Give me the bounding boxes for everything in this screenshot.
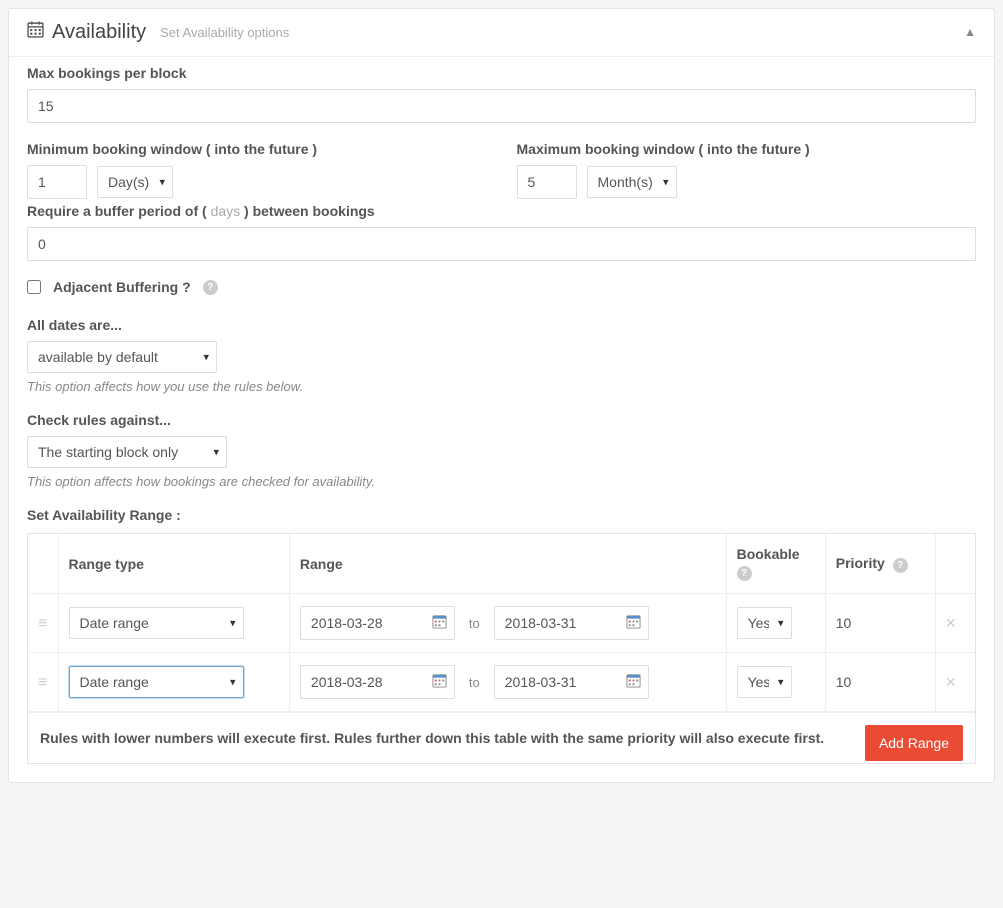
bookable-select[interactable]: Yes — [737, 666, 792, 698]
remove-row-button[interactable]: × — [935, 653, 975, 712]
buffer-label: Require a buffer period of ( days ) betw… — [27, 203, 976, 219]
min-window-input[interactable] — [27, 165, 87, 199]
close-icon: × — [946, 613, 957, 633]
help-icon[interactable]: ? — [737, 566, 752, 581]
check-rules-help: This option affects how bookings are che… — [27, 474, 976, 489]
max-bookings-input[interactable] — [27, 89, 976, 123]
max-window-unit-select[interactable]: Month(s) — [587, 166, 677, 198]
table-row: ≡ Date range to Yes × — [28, 653, 975, 712]
col-drag — [28, 534, 58, 594]
max-window-label: Maximum booking window ( into the future… — [517, 141, 977, 157]
range-type-select[interactable]: Date range — [69, 666, 244, 698]
max-window-input[interactable] — [517, 165, 577, 199]
all-dates-help: This option affects how you use the rule… — [27, 379, 976, 394]
all-dates-label: All dates are... — [27, 317, 976, 333]
priority-input[interactable] — [836, 674, 896, 690]
bookable-select[interactable]: Yes — [737, 607, 792, 639]
max-bookings-label: Max bookings per block — [27, 65, 976, 81]
adjacent-buffering-label: Adjacent Buffering ? — [53, 279, 191, 295]
buffer-label-post: ) between bookings — [240, 203, 375, 219]
check-rules-label: Check rules against... — [27, 412, 976, 428]
col-range: Range — [289, 534, 726, 594]
table-footer: Rules with lower numbers will execute fi… — [28, 712, 975, 763]
panel-body: Max bookings per block Minimum booking w… — [9, 56, 994, 782]
adjacent-buffering-checkbox[interactable] — [27, 280, 41, 294]
panel-subtitle: Set Availability options — [160, 25, 289, 40]
collapse-button[interactable]: ▲ — [964, 25, 976, 39]
min-window-unit-select[interactable]: Day(s) — [97, 166, 173, 198]
buffer-input[interactable] — [27, 227, 976, 261]
set-range-label: Set Availability Range : — [27, 507, 976, 523]
drag-icon: ≡ — [38, 615, 46, 632]
drag-icon: ≡ — [38, 674, 46, 691]
col-remove — [935, 534, 975, 594]
col-bookable-text: Bookable — [737, 546, 800, 562]
col-priority: Priority ? — [825, 534, 935, 594]
panel-title: Availability — [52, 21, 146, 44]
chevron-up-icon: ▲ — [964, 25, 976, 39]
drag-handle[interactable]: ≡ — [28, 594, 58, 653]
table-row: ≡ Date range to Yes × — [28, 594, 975, 653]
range-type-select[interactable]: Date range — [69, 607, 244, 639]
range-to-text: to — [463, 616, 486, 631]
calendar-picker-icon[interactable] — [432, 614, 447, 632]
col-range-type: Range type — [58, 534, 289, 594]
remove-row-button[interactable]: × — [935, 594, 975, 653]
close-icon: × — [946, 672, 957, 692]
col-priority-text: Priority — [836, 555, 885, 571]
min-window-label: Minimum booking window ( into the future… — [27, 141, 487, 157]
col-bookable: Bookable ? — [726, 534, 825, 594]
availability-panel: Availability Set Availability options ▲ … — [8, 8, 995, 783]
calendar-picker-icon[interactable] — [626, 614, 641, 632]
buffer-label-pre: Require a buffer period of ( — [27, 203, 211, 219]
buffer-label-mid: days — [211, 203, 241, 219]
add-range-button[interactable]: Add Range — [865, 725, 963, 761]
calendar-picker-icon[interactable] — [432, 673, 447, 691]
range-table: Range type Range Bookable ? Priority ? — [28, 534, 975, 712]
calendar-icon — [27, 21, 44, 44]
calendar-picker-icon[interactable] — [626, 673, 641, 691]
all-dates-select[interactable]: available by default — [27, 341, 217, 373]
range-table-wrap: Range type Range Bookable ? Priority ? — [27, 533, 976, 764]
panel-header: Availability Set Availability options ▲ — [9, 9, 994, 56]
rules-note: Rules with lower numbers will execute fi… — [40, 727, 860, 749]
help-icon[interactable]: ? — [203, 280, 218, 295]
range-to-text: to — [463, 675, 486, 690]
check-rules-select[interactable]: The starting block only — [27, 436, 227, 468]
drag-handle[interactable]: ≡ — [28, 653, 58, 712]
help-icon[interactable]: ? — [893, 558, 908, 573]
priority-input[interactable] — [836, 615, 896, 631]
